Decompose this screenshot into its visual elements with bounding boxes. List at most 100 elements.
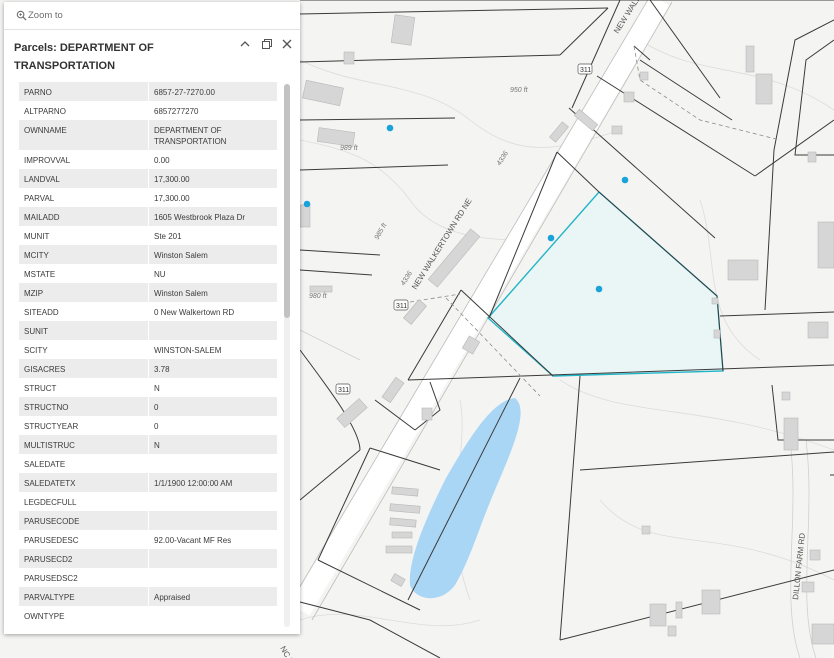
contour-label: 989 ft [340,145,359,152]
table-row: PARVALTYPE Appraised [19,587,277,606]
table-row: SUNIT [19,321,277,340]
popup-scrollbar-thumb[interactable] [284,84,290,318]
attribute-key: MSTATE [19,264,149,283]
attribute-value: 17,300.00 [154,194,190,203]
attribute-key: MZIP [19,283,149,302]
table-row: IMPROVVAL 0.00 [19,150,277,169]
zoom-to-button[interactable]: Zoom to [4,2,300,30]
attribute-value: Winston Salem [154,289,208,298]
close-icon[interactable] [280,37,294,51]
route-shield-3: 311 [335,383,351,395]
attribute-key: OWNTYPE [19,606,149,625]
attribute-key: LANDVAL [19,169,149,188]
table-row: PARUSEDESC 92.00-Vacant MF Res [19,530,277,549]
table-row: PARUSECODE [19,511,277,530]
attribute-key: STRUCT [19,378,149,397]
table-row: MZIP Winston Salem [19,283,277,302]
magnifier-icon [16,10,27,21]
table-row: OWNTYPE [19,606,277,625]
table-row: PARUSEDSC2 [19,568,277,587]
attribute-value [149,511,277,530]
attribute-value: 6857-27-7270.00 [154,88,215,97]
attribute-key: PARVAL [19,188,149,207]
route-shield-2: 311 [393,299,409,311]
attribute-key: MUNIT [19,226,149,245]
attribute-key: SCITY [19,340,149,359]
table-row: PARUSECD2 [19,549,277,568]
popup-title: Parcels: DEPARTMENT OF TRANSPORTATION [14,42,154,72]
attribute-value: 1605 Westbrook Plaza Dr [154,213,246,222]
table-row: SITEADD 0 New Walkertown RD [19,302,277,321]
attribute-value: 3.78 [154,365,170,374]
contour-label: 950 ft [510,87,529,94]
table-row: SALEDATE [19,454,277,473]
table-row: MSTATE NU [19,264,277,283]
attribute-value: DEPARTMENT OF TRANSPORTATION [154,126,227,146]
attribute-key: ALTPARNO [19,101,149,120]
table-row: STRUCT N [19,378,277,397]
svg-text:311: 311 [396,303,407,310]
collapse-icon[interactable] [238,37,252,51]
attribute-key: MAILADD [19,207,149,226]
attribute-value: WINSTON-SALEM [154,346,222,355]
table-row: GISACRES 3.78 [19,359,277,378]
table-row: MCITY Winston Salem [19,245,277,264]
table-row: SALEDATETX 1/1/1900 12:00:00 AM [19,473,277,492]
table-row: STRUCTNO 0 [19,397,277,416]
attribute-key: PARUSECD2 [19,549,149,568]
table-row: LEGDECFULL [19,492,277,511]
attribute-value: N [154,441,160,450]
attribute-key: SALEDATE [19,454,149,473]
attribute-key: PARUSEDSC2 [19,568,149,587]
table-row: SCITY WINSTON-SALEM [19,340,277,359]
table-row: LANDVAL 17,300.00 [19,169,277,188]
attribute-key: IMPROVVAL [19,150,149,169]
route-shield-1: 311 [577,63,593,75]
attribute-value: 0.00 [154,156,170,165]
attribute-key: PARNO [19,82,149,101]
attribute-key: MULTISTRUC [19,435,149,454]
zoom-to-label: Zoom to [28,10,63,21]
attribute-value: 0 [154,403,159,412]
feature-popup: Zoom to Parcels: DEPARTMENT OF TRANSPORT… [4,2,300,634]
svg-text:311: 311 [580,67,591,74]
table-row: MAILADD 1605 Westbrook Plaza Dr [19,207,277,226]
attribute-key: GISACRES [19,359,149,378]
attribute-value [149,606,277,625]
table-row: ALTPARNO 6857277270 [19,101,277,120]
table-row: PARNO 6857-27-7270.00 [19,82,277,101]
attribute-value [149,454,277,473]
table-row: PARVAL 17,300.00 [19,188,277,207]
attribute-table[interactable]: PARNO 6857-27-7270.00 ALTPARNO 6857277270 OW… [19,82,277,627]
dock-icon[interactable] [260,37,274,51]
svg-text:311: 311 [338,387,349,394]
attribute-value: NU [154,270,166,279]
attribute-key: PARUSECODE [19,511,149,530]
attribute-value: Ste 201 [154,232,182,241]
attribute-value: 1/1/1900 12:00:00 AM [154,479,233,488]
attribute-key: PARUSEDESC [19,530,149,549]
table-row: MUNIT Ste 201 [19,226,277,245]
attribute-value: 0 [154,422,159,431]
attribute-value [149,321,277,340]
attribute-key: MCITY [19,245,149,264]
attribute-value [149,568,277,587]
attribute-value: N [154,384,160,393]
attribute-value: 0 New Walkertown RD [154,308,235,317]
attribute-key: STRUCTNO [19,397,149,416]
attribute-value: Winston Salem [154,251,208,260]
table-row: STRUCTYEAR 0 [19,416,277,435]
table-row: OWNNAME DEPARTMENT OF TRANSPORTATION [19,120,277,150]
attribute-value: 92.00-Vacant MF Res [154,536,232,545]
attribute-key: STRUCTYEAR [19,416,149,435]
attribute-value [149,492,277,511]
attribute-key: SUNIT [19,321,149,340]
attribute-key: OWNNAME [19,120,149,150]
attribute-key: SALEDATETX [19,473,149,492]
attribute-key: PARVALTYPE [19,587,149,606]
attribute-value [149,549,277,568]
table-row: MULTISTRUC N [19,435,277,454]
attribute-key: SITEADD [19,302,149,321]
attribute-value: 17,300.00 [154,175,190,184]
attribute-key: LEGDECFULL [19,492,149,511]
